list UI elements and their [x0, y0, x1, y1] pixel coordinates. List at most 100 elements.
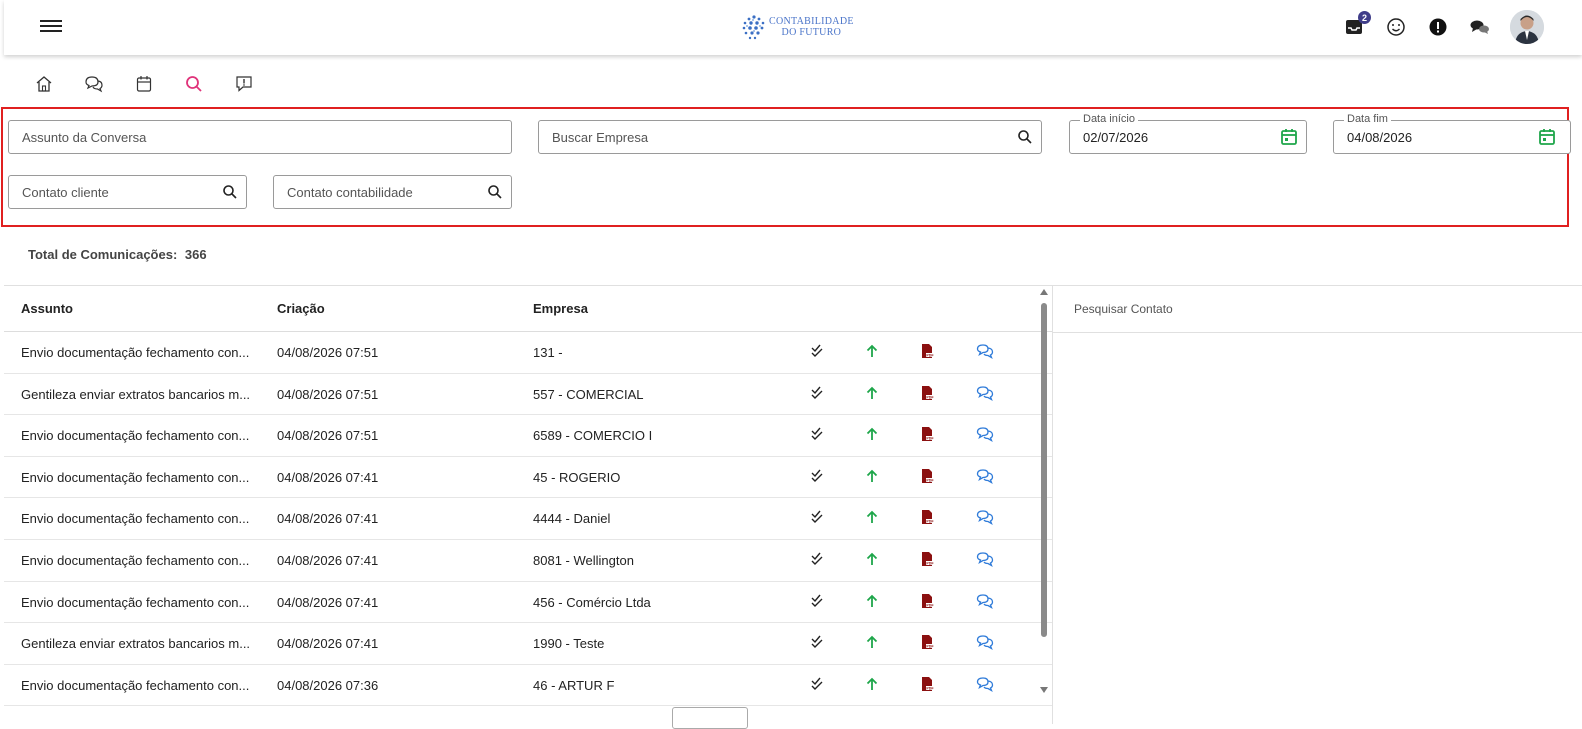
inbox-notifications-button[interactable]: 2	[1342, 11, 1371, 39]
scroll-up-arrow-icon[interactable]	[1040, 289, 1048, 295]
arrow-up-icon[interactable]	[864, 343, 880, 359]
pdf-file-icon[interactable]: PDF	[919, 676, 935, 692]
column-header-company[interactable]: Empresa	[533, 301, 588, 316]
start-date-input[interactable]	[1083, 130, 1272, 145]
table-row[interactable]: Envio documentação fechamento con... 04/0…	[4, 582, 1052, 624]
arrow-up-icon[interactable]	[864, 676, 880, 692]
accounting-contact-input[interactable]	[287, 185, 477, 200]
double-check-icon[interactable]	[809, 385, 825, 401]
client-contact-input[interactable]	[22, 185, 212, 200]
contact-search-input[interactable]	[1074, 302, 1374, 316]
company-cell: 4444 - Daniel	[533, 511, 611, 527]
smiley-icon	[1387, 18, 1405, 36]
nav-home-button[interactable]	[34, 74, 54, 94]
table-scrollbar[interactable]	[1039, 289, 1049, 693]
end-date-input[interactable]	[1347, 130, 1536, 145]
double-check-icon[interactable]	[809, 468, 825, 484]
search-icon[interactable]	[222, 184, 238, 200]
chat-bubbles-icon[interactable]	[976, 426, 994, 443]
double-check-icon[interactable]	[809, 343, 825, 359]
table-row[interactable]: Envio documentação fechamento con... 04/0…	[4, 332, 1052, 374]
double-check-icon[interactable]	[809, 593, 825, 609]
alert-icon	[1429, 18, 1447, 36]
column-header-created[interactable]: Criação	[277, 301, 325, 316]
svg-text:PDF: PDF	[926, 603, 934, 607]
pdf-file-icon[interactable]: PDF	[919, 509, 935, 525]
notification-badge: 2	[1358, 11, 1371, 24]
alert-button[interactable]	[1426, 15, 1450, 39]
chat-bubbles-icon[interactable]	[976, 509, 994, 526]
chat-bubbles-icon[interactable]	[976, 551, 994, 567]
user-avatar[interactable]	[1510, 10, 1544, 44]
svg-text:PDF: PDF	[926, 561, 934, 565]
arrow-up-icon[interactable]	[864, 634, 880, 650]
search-icon[interactable]	[1017, 129, 1033, 145]
pdf-file-icon[interactable]: PDF	[919, 385, 935, 401]
table-row[interactable]: Envio documentação fechamento con... 04/0…	[4, 498, 1052, 540]
svg-text:PDF: PDF	[926, 478, 934, 482]
menu-icon[interactable]	[40, 17, 62, 35]
chat-button[interactable]	[1468, 15, 1492, 39]
chat-bubbles-icon[interactable]	[976, 676, 994, 692]
arrow-up-icon[interactable]	[864, 426, 880, 442]
table-row[interactable]: Envio documentação fechamento con... 04/0…	[4, 665, 1052, 707]
svg-text:PDF: PDF	[926, 437, 934, 441]
pdf-file-icon[interactable]: PDF	[919, 426, 935, 442]
double-check-icon[interactable]	[809, 426, 825, 442]
chat-bubbles-icon[interactable]	[976, 468, 994, 484]
nav-search-button[interactable]	[184, 74, 204, 94]
scroll-thumb[interactable]	[1041, 303, 1047, 637]
end-date-field: Data fim	[1333, 113, 1571, 154]
total-value: 366	[184, 247, 207, 262]
chat-bubbles-icon[interactable]	[976, 385, 994, 401]
double-check-icon[interactable]	[809, 634, 825, 650]
pdf-file-icon[interactable]: PDF	[919, 551, 935, 567]
double-check-icon[interactable]	[809, 509, 825, 525]
double-check-icon[interactable]	[809, 676, 825, 692]
double-check-icon[interactable]	[809, 551, 825, 567]
company-search-input[interactable]	[552, 130, 954, 145]
arrow-up-icon[interactable]	[864, 551, 880, 567]
arrow-up-icon[interactable]	[864, 468, 880, 484]
calendar-icon[interactable]	[1280, 128, 1298, 146]
scroll-down-arrow-icon[interactable]	[1040, 687, 1048, 693]
pagination-button[interactable]	[672, 707, 748, 729]
table-row[interactable]: Envio documentação fechamento con... 04/0…	[4, 415, 1052, 457]
arrow-up-icon[interactable]	[864, 593, 880, 609]
created-cell: 04/08/2026 07:36	[277, 677, 379, 693]
end-date-label: Data fim	[1344, 113, 1391, 125]
pdf-file-icon[interactable]: PDF	[919, 343, 935, 359]
subject-cell: Envio documentação fechamento con...	[21, 469, 250, 485]
svg-text:PDF: PDF	[926, 686, 934, 690]
client-contact-field	[8, 175, 247, 209]
pdf-file-icon[interactable]: PDF	[919, 634, 935, 650]
arrow-up-icon[interactable]	[864, 385, 880, 401]
company-cell: 45 - ROGERIO	[533, 469, 621, 485]
contact-side-panel	[1053, 285, 1582, 724]
chat-bubbles-icon[interactable]	[976, 343, 994, 359]
nav-calendar-button[interactable]	[134, 74, 154, 94]
subject-cell: Envio documentação fechamento con...	[21, 594, 250, 610]
pdf-file-icon[interactable]: PDF	[919, 468, 935, 484]
emoji-button[interactable]	[1384, 15, 1408, 39]
chat-bubbles-icon[interactable]	[976, 593, 994, 609]
subject-cell: Gentileza enviar extratos bancarios m...	[21, 386, 251, 402]
chat-bubbles-icon[interactable]	[976, 634, 994, 651]
table-row[interactable]: Gentileza enviar extratos bancarios m...…	[4, 374, 1052, 416]
subject-cell: Envio documentação fechamento con...	[21, 345, 250, 360]
calendar-icon[interactable]	[1538, 128, 1556, 146]
table-row[interactable]: Envio documentação fechamento con... 04/0…	[4, 540, 1052, 582]
table-row[interactable]: Gentileza enviar extratos bancarios m...…	[4, 623, 1052, 665]
created-cell: 04/08/2026 07:41	[277, 511, 379, 527]
table-row[interactable]: Envio documentação fechamento con... 04/0…	[4, 457, 1052, 499]
column-header-subject[interactable]: Assunto	[21, 301, 73, 316]
subject-input[interactable]	[22, 130, 424, 145]
created-cell: 04/08/2026 07:51	[277, 345, 379, 360]
arrow-up-icon[interactable]	[864, 509, 880, 525]
calendar-icon	[136, 76, 152, 92]
nav-chats-button[interactable]	[84, 74, 104, 94]
search-icon[interactable]	[487, 184, 503, 200]
created-cell: 04/08/2026 07:51	[277, 386, 379, 402]
pdf-file-icon[interactable]: PDF	[919, 593, 935, 609]
nav-report-button[interactable]	[234, 74, 254, 94]
